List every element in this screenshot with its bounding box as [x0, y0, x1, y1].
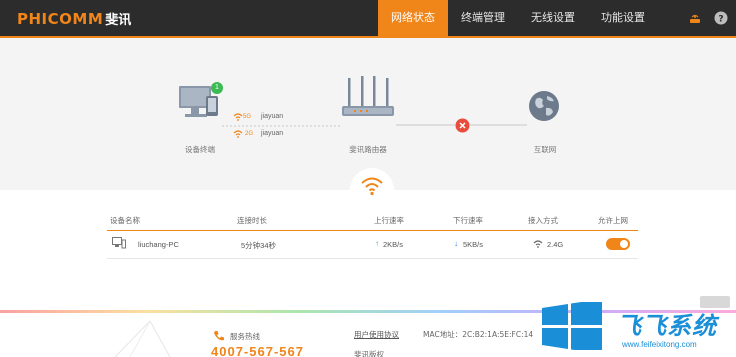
router-label: 斐讯路由器	[349, 145, 387, 154]
access-method: 2.4G	[547, 240, 564, 249]
col-download: 下行速率	[453, 216, 483, 225]
network-topology: 1 设备终端 5G jiayuan 2G jiayuan 斐讯路由器 互联网	[0, 38, 736, 190]
col-allow-internet: 允许上网	[598, 216, 628, 225]
phicomm-logo[interactable]: PHICOMM 斐讯	[17, 9, 132, 28]
table-row-divider	[107, 258, 638, 259]
col-device-name: 设备名称	[110, 216, 140, 225]
logo-text-en: PHICOMM	[17, 10, 104, 28]
col-upload: 上行速率	[374, 216, 404, 225]
download-speed: 5KB/s	[463, 240, 484, 249]
wifi-5g-ssid: jiayuan	[261, 113, 284, 120]
upload-arrow-icon: ↑	[375, 239, 379, 248]
tab-wireless-settings[interactable]: 无线设置	[518, 0, 588, 36]
tab-terminal-management[interactable]: 终端管理	[448, 0, 518, 36]
main-nav: 网络状态 终端管理 无线设置 功能设置	[378, 0, 658, 36]
internet-label: 互联网	[533, 145, 557, 154]
wifi-24g-icon	[233, 130, 243, 138]
windows-logo-watermark	[542, 302, 602, 350]
hotline-number: 4007-567-567	[211, 344, 304, 357]
phone-icon	[214, 331, 224, 341]
download-arrow-icon: ↓	[454, 239, 458, 248]
wifi-5g-band: 5G	[243, 114, 252, 120]
col-access: 接入方式	[528, 216, 558, 225]
hotline-label: 服务热线	[230, 332, 260, 341]
tab-network-status[interactable]: 网络状态	[378, 0, 448, 36]
router-icon[interactable]	[688, 11, 702, 25]
wifi-icon	[361, 177, 383, 196]
connection-duration: 5分钟34秒	[241, 241, 277, 250]
wifi-24g-band: 2G	[245, 131, 254, 137]
pc-icon	[112, 237, 126, 249]
device-count-badge: 1	[211, 82, 223, 94]
svg-text:?: ?	[718, 15, 723, 25]
logo-text-cn: 斐讯	[105, 13, 132, 28]
tab-function-settings[interactable]: 功能设置	[588, 0, 658, 36]
wifi-24g-ssid: jiayuan	[261, 130, 284, 137]
upload-speed: 2KB/s	[383, 240, 404, 249]
wifi-5g-icon	[233, 113, 243, 121]
footer-decoration	[114, 320, 171, 357]
disconnected-icon	[455, 118, 470, 133]
mac-address: MAC地址：2C:B2:1A:5E:FC:14	[423, 330, 534, 339]
col-duration: 连接时长	[237, 216, 267, 225]
user-agreement-link[interactable]: 用户使用协议	[354, 329, 399, 340]
globe-icon[interactable]	[528, 90, 560, 122]
company-info: 斐讯版权	[354, 350, 384, 357]
router-device-icon[interactable]	[338, 76, 398, 128]
wifi-access-icon	[533, 240, 543, 248]
devices-label: 设备终端	[185, 145, 215, 154]
top-bar: PHICOMM 斐讯 网络状态 终端管理 无线设置 功能设置 ?	[0, 0, 736, 36]
watermark-url: www.feifeixitong.com	[622, 340, 697, 349]
help-icon[interactable]: ?	[714, 11, 728, 25]
watermark-text: 飞飞系统	[617, 312, 717, 340]
allow-internet-toggle[interactable]	[606, 238, 630, 250]
device-name: liuchang-PC	[138, 240, 179, 249]
table-header-divider	[107, 230, 638, 231]
